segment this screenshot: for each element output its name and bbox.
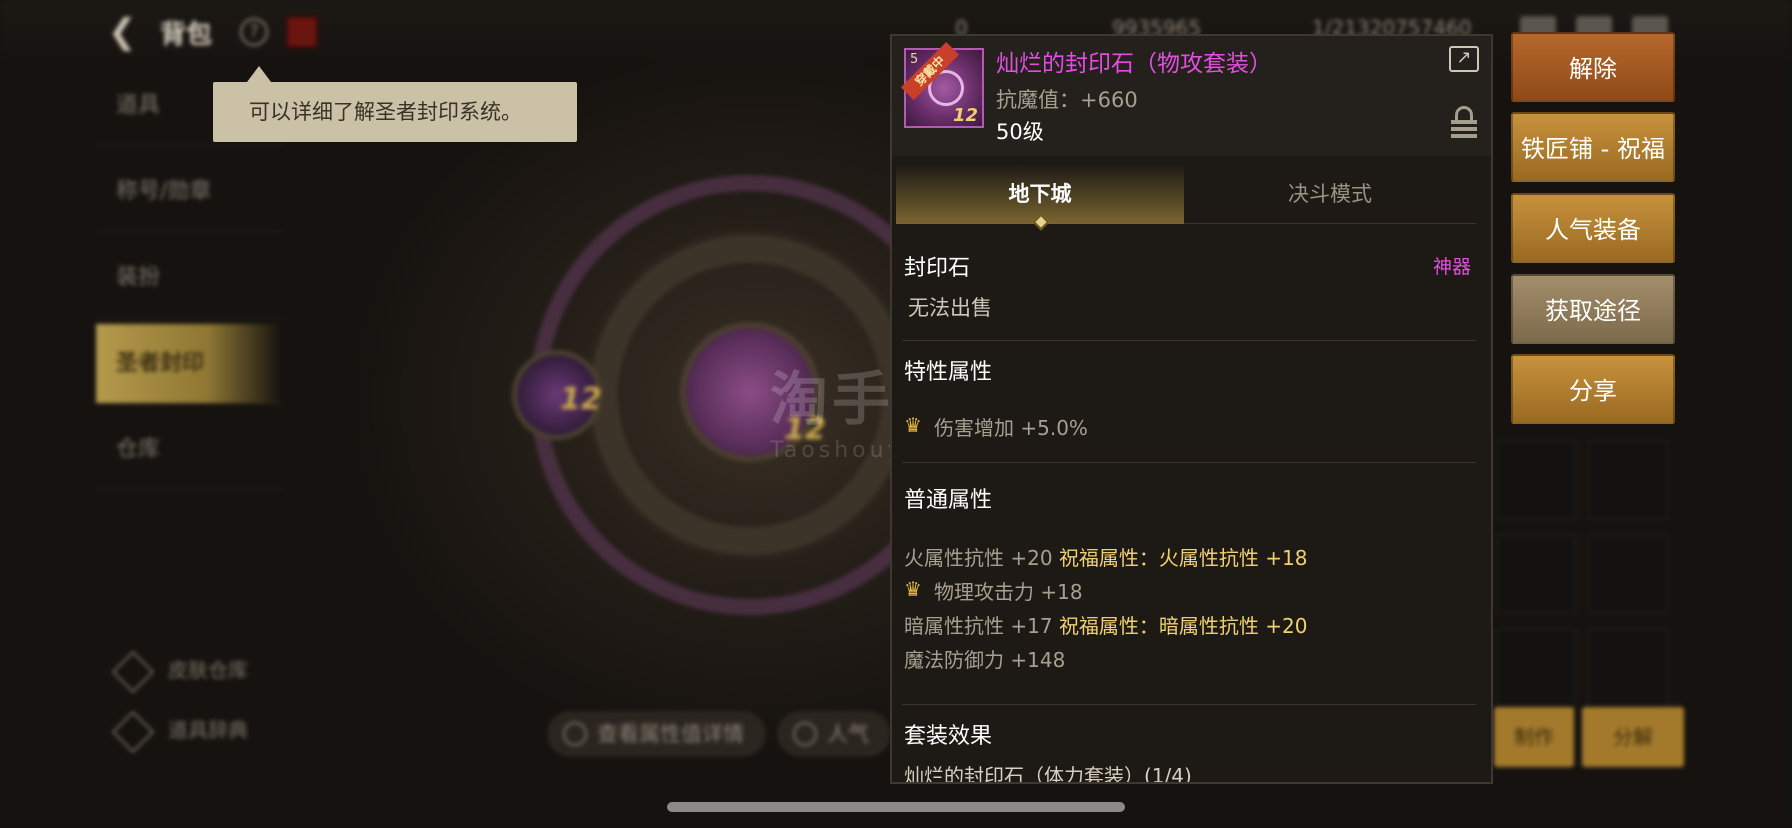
- back-arrow-icon[interactable]: ❮: [108, 12, 148, 52]
- help-tooltip: 可以详细了解圣者封印系统。: [213, 66, 577, 142]
- inventory-slot[interactable]: [1496, 440, 1576, 520]
- popular-label: 人气: [827, 722, 869, 746]
- mode-tabs: 地下城 决斗模式: [896, 164, 1476, 231]
- popular-button[interactable]: 人气: [778, 712, 890, 756]
- home-indicator[interactable]: [667, 802, 1125, 812]
- inventory-slot[interactable]: [1588, 440, 1668, 520]
- attr-base: 魔法防御力 +148: [904, 648, 1066, 672]
- special-attr-line: 伤害增加 +5.0%: [904, 412, 1088, 441]
- inventory-slot[interactable]: [1588, 628, 1668, 708]
- inventory-slot[interactable]: [1496, 628, 1576, 708]
- inventory-slot[interactable]: [1496, 534, 1576, 614]
- popular-icon: [793, 722, 817, 746]
- inventory-slot[interactable]: [1588, 534, 1668, 614]
- skin-warehouse-link[interactable]: 皮肤仓库: [111, 650, 248, 693]
- rarity-badge: 神器: [1432, 256, 1471, 278]
- skin-warehouse-icon: [111, 650, 155, 693]
- sidebar-item-avatar[interactable]: 装扮: [96, 238, 282, 318]
- item-dictionary-icon: [111, 710, 155, 753]
- lock-icon[interactable]: [1451, 106, 1477, 140]
- item-icon-level: 12: [952, 105, 978, 126]
- set-effect-title: 套装效果: [904, 724, 993, 749]
- item-dictionary-label: 道具辞典: [168, 718, 248, 742]
- item-detail-panel: 5 穿戴中 12 灿烂的封印石（物攻套装） 抗魔值：+660 50级 ↗ 地下城…: [890, 34, 1493, 784]
- help-icon[interactable]: ?: [240, 18, 268, 46]
- crown-icon: [904, 415, 926, 436]
- normal-attr-line: 魔法防御力 +148: [904, 644, 1065, 673]
- share-button[interactable]: 分享: [1511, 354, 1675, 424]
- special-attr-title: 特性属性: [904, 360, 993, 385]
- divider: [902, 462, 1476, 463]
- seal-left-level: 12: [560, 382, 602, 417]
- special-attr-text: 伤害增加 +5.0%: [934, 416, 1088, 440]
- normal-attr-line: 物理攻击力 +18: [904, 576, 1083, 605]
- item-level: 50级: [996, 120, 1044, 144]
- page-title: 背包: [160, 20, 213, 50]
- item-name: 灿烂的封印石（物攻套装）: [996, 51, 1272, 77]
- unsellable-text: 无法出售: [908, 296, 992, 320]
- normal-attr-line: 火属性抗性 +20 祝福属性：火属性抗性 +18: [904, 542, 1308, 571]
- divider: [902, 340, 1476, 341]
- attr-bless: 祝福属性：火属性抗性 +18: [1058, 546, 1308, 570]
- decompose-button[interactable]: 分解: [1582, 707, 1684, 767]
- item-category: 封印石: [904, 256, 971, 281]
- sidebar-item-saint-seal[interactable]: 圣者封印: [96, 324, 282, 404]
- skin-warehouse-label: 皮肤仓库: [168, 658, 248, 682]
- sidebar-item-warehouse[interactable]: 仓库: [96, 410, 282, 490]
- share-icon[interactable]: ↗: [1449, 46, 1479, 72]
- view-attr-detail-label: 查看属性值详情: [597, 722, 744, 746]
- info-icon: [563, 722, 587, 746]
- popular-equipment-button[interactable]: 人气装备: [1511, 193, 1675, 263]
- normal-attr-line: 暗属性抗性 +17 祝福属性：暗属性抗性 +20: [904, 610, 1308, 639]
- item-dictionary-link[interactable]: 道具辞典: [111, 710, 248, 753]
- remove-button[interactable]: 解除: [1511, 32, 1675, 102]
- sidebar-item-titles[interactable]: 称号/勋章: [96, 152, 282, 232]
- view-attr-detail-button[interactable]: 查看属性值详情: [548, 712, 765, 756]
- divider: [902, 704, 1476, 705]
- attr-bless: 祝福属性：暗属性抗性 +20: [1058, 614, 1308, 638]
- attr-base: 火属性抗性 +20: [904, 546, 1053, 570]
- item-header: 5 穿戴中 12 灿烂的封印石（物攻套装） 抗魔值：+660 50级 ↗: [892, 36, 1491, 156]
- set-effect-name: 灿烂的封印石（体力套装）(1/4): [904, 764, 1192, 784]
- crown-icon: [904, 579, 926, 600]
- event-badge-icon[interactable]: [286, 16, 318, 48]
- item-icon-corner: 5: [910, 52, 919, 67]
- item-icon: 5 穿戴中 12: [901, 42, 984, 128]
- attr-base: 物理攻击力 +18: [934, 580, 1083, 604]
- item-magic-resist: 抗魔值：+660: [996, 88, 1138, 112]
- blacksmith-bless-button[interactable]: 铁匠铺 - 祝福: [1511, 112, 1675, 182]
- normal-attr-title: 普通属性: [904, 488, 993, 513]
- obtain-path-button[interactable]: 获取途径: [1511, 274, 1675, 344]
- tab-duel-mode[interactable]: 决斗模式: [1186, 164, 1474, 224]
- make-button[interactable]: 制作: [1494, 707, 1574, 767]
- attr-base: 暗属性抗性 +17: [904, 614, 1053, 638]
